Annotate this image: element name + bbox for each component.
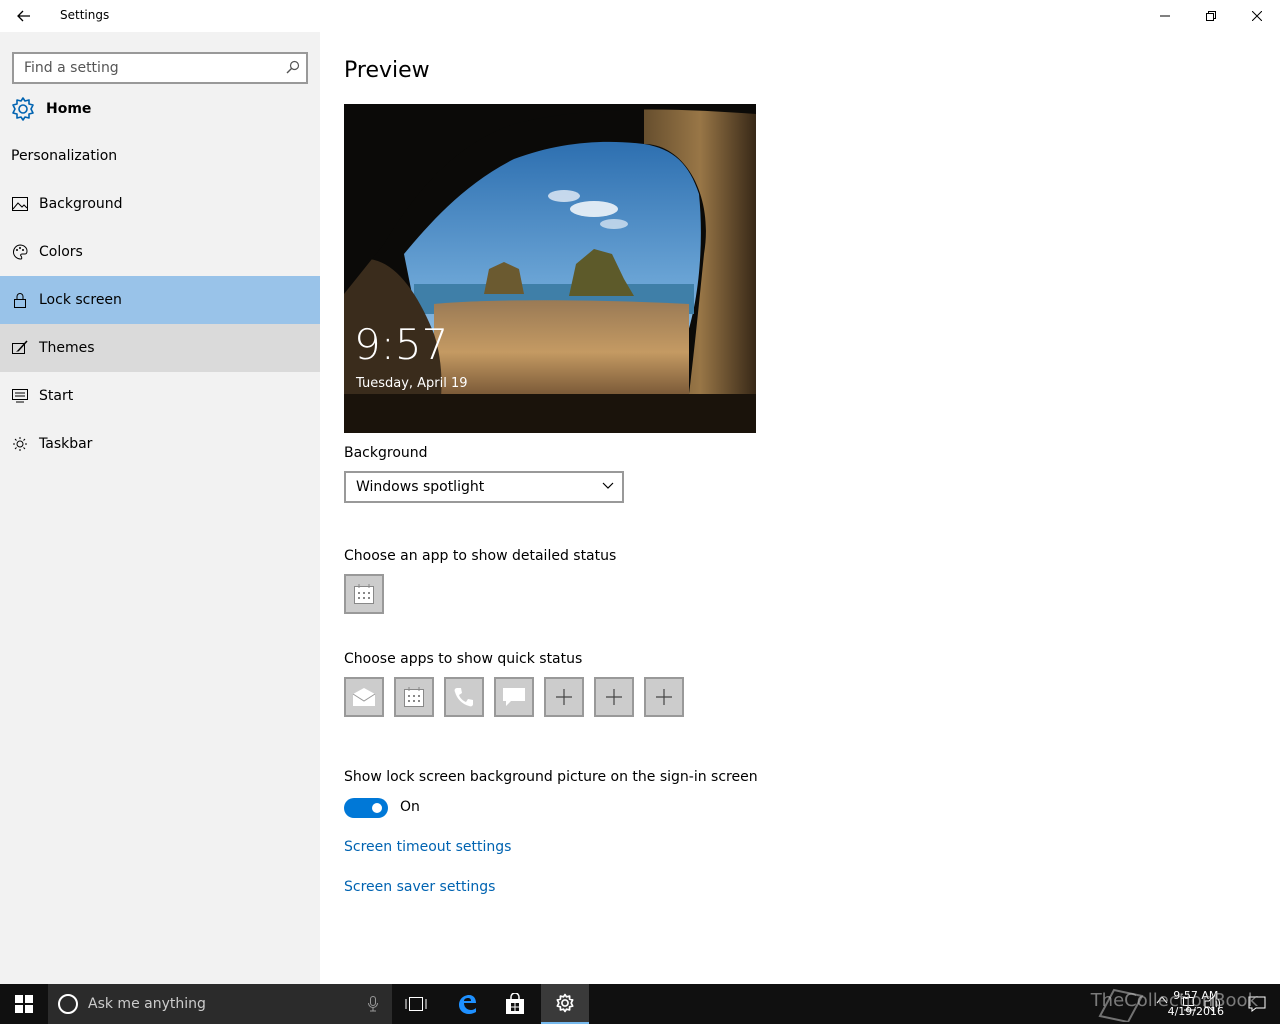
- screen-saver-link[interactable]: Screen saver settings: [344, 879, 495, 895]
- sidebar-item-background[interactable]: Background: [0, 180, 320, 228]
- quick-status-message-button[interactable]: [494, 677, 534, 717]
- gear-icon: [12, 97, 34, 121]
- palette-icon: [12, 244, 28, 260]
- taskbar-store-button[interactable]: [491, 984, 539, 1024]
- quick-status-phone-button[interactable]: [444, 677, 484, 717]
- search-icon: [286, 60, 300, 74]
- sidebar-item-label: Background: [39, 196, 123, 212]
- start-button[interactable]: [0, 984, 48, 1024]
- taskbar-edge-button[interactable]: [443, 984, 491, 1024]
- sidebar-item-colors[interactable]: Colors: [0, 228, 320, 276]
- task-view-icon: [405, 997, 427, 1011]
- store-icon: [506, 993, 524, 1014]
- search-placeholder: Find a setting: [24, 60, 119, 76]
- sidebar-item-lock-screen[interactable]: Lock screen: [0, 276, 320, 324]
- watermark-text: TheCollectionBook: [1090, 990, 1258, 1011]
- lock-screen-preview: 9:57 Tuesday, April 19: [344, 104, 756, 433]
- signin-background-label: Show lock screen background picture on t…: [344, 769, 758, 785]
- sidebar-item-label: Lock screen: [39, 292, 122, 308]
- close-icon: [1252, 11, 1262, 21]
- quick-status-label: Choose apps to show quick status: [344, 651, 583, 667]
- background-dropdown[interactable]: Windows spotlight: [344, 471, 624, 503]
- back-button[interactable]: [8, 0, 40, 32]
- start-menu-icon: [12, 388, 28, 404]
- sidebar-item-taskbar[interactable]: Taskbar: [0, 420, 320, 468]
- restore-button[interactable]: [1188, 0, 1234, 32]
- screen-timeout-link[interactable]: Screen timeout settings: [344, 839, 511, 855]
- taskbar: Ask me anything 9:57 AM 4/19/2016 TheCol…: [0, 984, 1280, 1024]
- minimize-icon: [1160, 15, 1170, 17]
- title-bar: Settings: [0, 0, 1280, 32]
- taskbar-settings-button[interactable]: [541, 984, 589, 1024]
- search-input[interactable]: Find a setting: [12, 52, 308, 84]
- image-icon: [12, 196, 28, 212]
- system-tray: 9:57 AM 4/19/2016 TheCollectionBook: [1090, 984, 1280, 1024]
- phone-icon: [454, 688, 473, 707]
- lock-icon: [12, 292, 28, 308]
- calendar-icon: [404, 687, 424, 707]
- message-icon: [503, 688, 525, 706]
- sidebar-item-label: Colors: [39, 244, 83, 260]
- back-arrow-icon: [17, 10, 30, 22]
- minimize-button[interactable]: [1142, 0, 1188, 32]
- restore-icon: [1206, 11, 1216, 21]
- close-button[interactable]: [1234, 0, 1280, 32]
- toggle-state-label: On: [400, 799, 420, 815]
- mail-icon: [352, 688, 376, 706]
- task-view-button[interactable]: [392, 984, 440, 1024]
- detailed-status-label: Choose an app to show detailed status: [344, 548, 617, 564]
- calendar-icon: [354, 584, 374, 604]
- brush-icon: [12, 340, 28, 356]
- windows-logo-icon: [15, 995, 33, 1013]
- window-title: Settings: [60, 8, 110, 22]
- sidebar-item-label: Taskbar: [39, 436, 93, 452]
- section-title: Personalization: [11, 148, 118, 164]
- sidebar-item-start[interactable]: Start: [0, 372, 320, 420]
- background-dropdown-value: Windows spotlight: [356, 479, 485, 495]
- signin-background-toggle[interactable]: [344, 798, 388, 818]
- plus-icon: [656, 689, 672, 705]
- taskbar-icon: [12, 436, 28, 452]
- sidebar: Find a setting Home Personalization Back…: [0, 32, 320, 984]
- plus-icon: [606, 689, 622, 705]
- edge-browser-icon: [459, 995, 476, 1014]
- main-content: Preview 9:57 Tuesday, April 19 Backgroun…: [320, 32, 1280, 984]
- preview-date: Tuesday, April 19: [356, 376, 468, 391]
- cortana-search-box[interactable]: Ask me anything: [48, 984, 392, 1024]
- cortana-icon: [58, 994, 78, 1014]
- gear-icon: [556, 993, 574, 1013]
- sidebar-item-label: Themes: [39, 340, 95, 356]
- quick-status-add-button[interactable]: [644, 677, 684, 717]
- quick-status-mail-button[interactable]: [344, 677, 384, 717]
- page-title: Preview: [344, 58, 430, 83]
- home-button[interactable]: Home: [10, 94, 91, 124]
- sidebar-item-label: Start: [39, 388, 74, 404]
- home-label: Home: [46, 101, 92, 117]
- sidebar-item-themes[interactable]: Themes: [0, 324, 320, 372]
- quick-status-add-button[interactable]: [544, 677, 584, 717]
- chevron-down-icon: [602, 482, 614, 489]
- microphone-icon[interactable]: [368, 996, 378, 1012]
- quick-status-add-button[interactable]: [594, 677, 634, 717]
- plus-icon: [556, 689, 572, 705]
- toggle-knob: [372, 803, 382, 813]
- cortana-search-text: Ask me anything: [88, 996, 206, 1012]
- background-label: Background: [344, 445, 428, 461]
- preview-time: 9:57: [354, 320, 449, 369]
- quick-status-calendar-button[interactable]: [394, 677, 434, 717]
- detailed-status-app-button[interactable]: [344, 574, 384, 614]
